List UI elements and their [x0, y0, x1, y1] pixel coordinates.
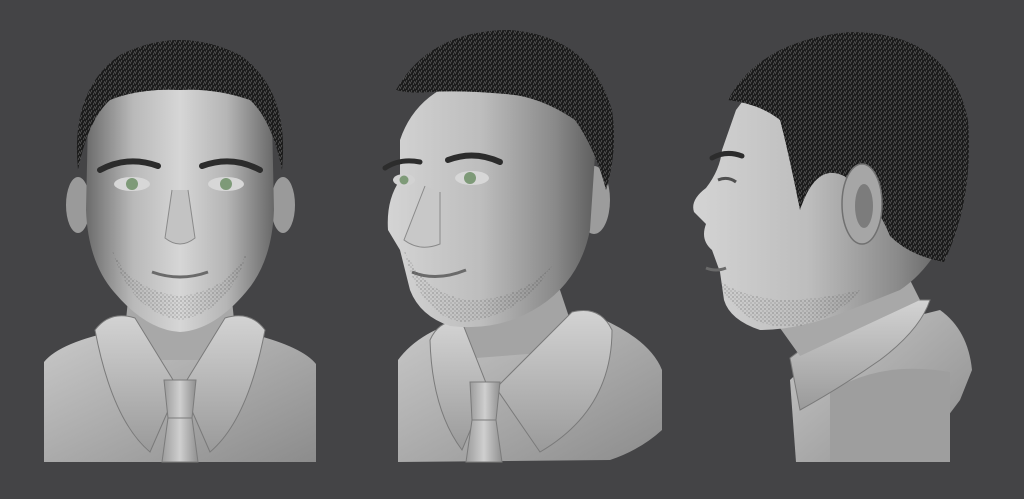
tq-tie-knot — [469, 381, 501, 421]
front-iris-left — [126, 178, 138, 190]
three-quarter-view — [382, 30, 662, 463]
front-tie-knot — [163, 379, 197, 419]
front-tie-blade — [161, 417, 199, 463]
tq-tie-blade — [465, 419, 503, 463]
front-ear-right — [271, 177, 295, 233]
profile-ear-inner — [855, 184, 873, 228]
sculpt-render — [44, 30, 972, 463]
profile-view — [693, 32, 972, 462]
front-iris-right — [220, 178, 232, 190]
profile-base-cut — [830, 368, 950, 462]
render-stage — [0, 0, 1024, 499]
tq-iris-left — [399, 175, 409, 185]
profile-mouth — [705, 266, 727, 272]
tq-iris-right — [464, 172, 476, 184]
front-view — [44, 40, 316, 463]
